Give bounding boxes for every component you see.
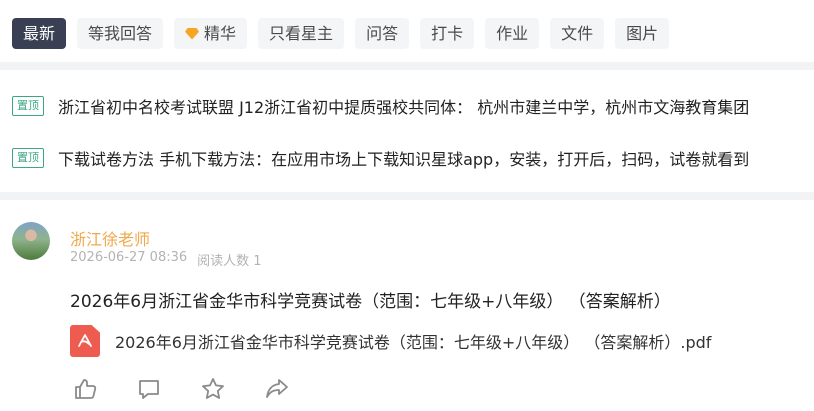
tab-owner-only[interactable]: 只看星主 [258, 18, 345, 49]
pinned-item[interactable]: 置顶 下载试卷方法 手机下载方法：在应用市场上下载知识星球app，安装，打开后，… [12, 146, 749, 170]
diamond-icon [185, 27, 200, 40]
pdf-icon [70, 325, 100, 357]
tab-label: 图片 [626, 24, 659, 43]
file-name: 2026年6月浙江省金华市科学竞赛试卷（范围：七年级+八年级） （答案解析）.p… [115, 333, 712, 352]
pinned-text[interactable]: 下载试卷方法 手机下载方法：在应用市场上下载知识星球app，安装，打开后，扫码，… [58, 146, 749, 170]
tab-homework[interactable]: 作业 [485, 18, 540, 49]
pinned-badge: 置顶 [12, 148, 44, 168]
post-card: 浙江徐老师 2026-06-27 08:36 阅读人数 1 2026年6月浙江省… [0, 200, 814, 411]
read-count: 阅读人数 1 [197, 254, 262, 269]
pinned-topics: 置顶 浙江省初中名校考试联盟 J12浙江省初中提质强校共同体： 杭州市建兰中学，… [0, 70, 814, 192]
post-time: 2026-06-27 08:36 [70, 250, 188, 265]
tab-label: 精华 [204, 24, 237, 43]
like-icon[interactable] [72, 376, 98, 402]
tab-label: 最新 [23, 24, 56, 43]
tab-images[interactable]: 图片 [615, 18, 670, 49]
tab-row: 最新 等我回答 精华 只看星主 问答 打卡 作业 文件 图片 [12, 18, 670, 49]
post-actions [72, 376, 290, 402]
pinned-text[interactable]: 浙江省初中名校考试联盟 J12浙江省初中提质强校共同体： 杭州市建兰中学，杭州市… [58, 94, 749, 118]
post-meta: 2026-06-27 08:36 阅读人数 1 [70, 250, 262, 269]
tab-label: 问答 [366, 24, 399, 43]
tab-label: 等我回答 [88, 24, 153, 43]
tab-label: 文件 [561, 24, 594, 43]
tab-latest[interactable]: 最新 [12, 18, 67, 49]
file-attachment[interactable]: 2026年6月浙江省金华市科学竞赛试卷（范围：七年级+八年级） （答案解析）.p… [70, 325, 711, 357]
author-name[interactable]: 浙江徐老师 [70, 226, 150, 250]
tab-label: 打卡 [431, 24, 464, 43]
tab-featured[interactable]: 精华 [174, 18, 248, 49]
tab-files[interactable]: 文件 [550, 18, 605, 49]
tab-awaiting-answer[interactable]: 等我回答 [77, 18, 164, 49]
tab-label: 作业 [496, 24, 529, 43]
tab-qa[interactable]: 问答 [355, 18, 410, 49]
share-icon[interactable] [264, 376, 290, 402]
tab-checkin[interactable]: 打卡 [420, 18, 475, 49]
star-icon[interactable] [200, 376, 226, 402]
pinned-badge: 置顶 [12, 96, 44, 116]
tab-label: 只看星主 [269, 24, 334, 43]
avatar[interactable] [12, 222, 50, 260]
pinned-item[interactable]: 置顶 浙江省初中名校考试联盟 J12浙江省初中提质强校共同体： 杭州市建兰中学，… [12, 94, 749, 118]
post-title[interactable]: 2026年6月浙江省金华市科学竞赛试卷（范围：七年级+八年级） （答案解析） [70, 287, 671, 312]
comment-icon[interactable] [136, 376, 162, 402]
filter-tab-bar: 最新 等我回答 精华 只看星主 问答 打卡 作业 文件 图片 [0, 0, 814, 62]
